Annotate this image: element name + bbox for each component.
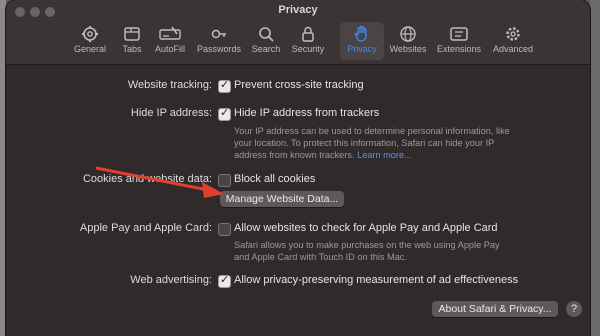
tab-label: Tabs [122,44,142,54]
checkmark-icon: ✓ [220,79,230,91]
tab-label: Search [251,44,281,54]
autofill-icon [159,26,181,40]
tab-security[interactable]: Security [286,22,330,60]
tab-label: Security [291,44,325,54]
manage-website-data-button[interactable]: Manage Website Data... [220,191,344,207]
apple-pay-label: Apple Pay and Apple Card: [79,222,212,234]
checkmark-icon: ✓ [220,107,230,119]
gear-icon [82,26,98,42]
tabs-icon [124,27,140,41]
tab-label: General [73,44,107,54]
window-title: Privacy [278,4,318,16]
tab-label: AutoFill [154,44,185,54]
hide-ip-description: Your IP address can be used to determine… [234,125,524,161]
web-advertising-label: Web advertising: [130,274,212,286]
tab-label: Advanced [492,44,534,54]
learn-more-link[interactable]: Learn more... [357,150,412,160]
hand-icon [354,25,367,42]
apple-pay-option[interactable]: Allow websites to check for Apple Pay an… [234,222,498,234]
tab-advanced[interactable]: Advanced [488,22,538,60]
prevent-tracking-checkbox[interactable]: ✓ [218,79,231,93]
tab-privacy[interactable]: Privacy [340,22,384,60]
tab-label: Extensions [436,44,482,54]
tab-label: Privacy [347,44,377,54]
hide-ip-checkbox[interactable]: ✓ [218,107,231,121]
prevent-tracking-option[interactable]: Prevent cross-site tracking [234,79,364,91]
hide-ip-label: Hide IP address: [130,107,212,119]
key-icon [211,29,226,39]
description-line: and Apple Card with Touch ID on this Mac… [234,252,407,262]
help-button[interactable]: ? [566,301,582,317]
tab-passwords[interactable]: Passwords [194,22,244,60]
ad-measurement-checkbox[interactable]: ✓ [218,274,231,288]
description-text: address from known trackers. [234,150,355,160]
hide-ip-option[interactable]: Hide IP address from trackers [234,107,379,119]
advanced-gear-icon [506,27,520,41]
background-right [590,0,600,336]
tab-extensions[interactable]: Extensions [434,22,484,60]
globe-icon [400,26,416,42]
tab-label: Passwords [196,44,241,54]
description-line: Safari allows you to make purchases on t… [234,240,500,250]
block-cookies-option[interactable]: Block all cookies [234,173,315,185]
lock-icon [302,26,314,42]
tab-label: Websites [389,44,427,54]
apple-pay-checkbox[interactable] [218,223,231,236]
tab-websites[interactable]: Websites [386,22,430,60]
about-safari-privacy-button[interactable]: About Safari & Privacy... [432,301,558,317]
tab-search[interactable]: Search [248,22,284,60]
apple-pay-description: Safari allows you to make purchases on t… [234,239,524,263]
tab-autofill[interactable]: AutoFill [150,22,190,60]
checkmark-icon: ✓ [220,274,230,286]
tab-general[interactable]: General [70,22,110,60]
tab-tabs[interactable]: Tabs [116,22,148,60]
titlebar: Privacy General Tabs AutoFill Passwords … [6,0,590,65]
ad-measurement-option[interactable]: Allow privacy-preserving measurement of … [234,274,518,286]
preferences-window: Privacy General Tabs AutoFill Passwords … [6,0,590,336]
website-tracking-label: Website tracking: [127,79,212,91]
description-line: your location. To protect this informati… [234,138,495,148]
annotation-arrow [96,166,224,198]
puzzle-icon [450,27,468,41]
description-line: Your IP address can be used to determine… [234,126,510,136]
description-line: address from known trackers. Learn more.… [234,149,524,161]
search-icon [259,27,274,42]
